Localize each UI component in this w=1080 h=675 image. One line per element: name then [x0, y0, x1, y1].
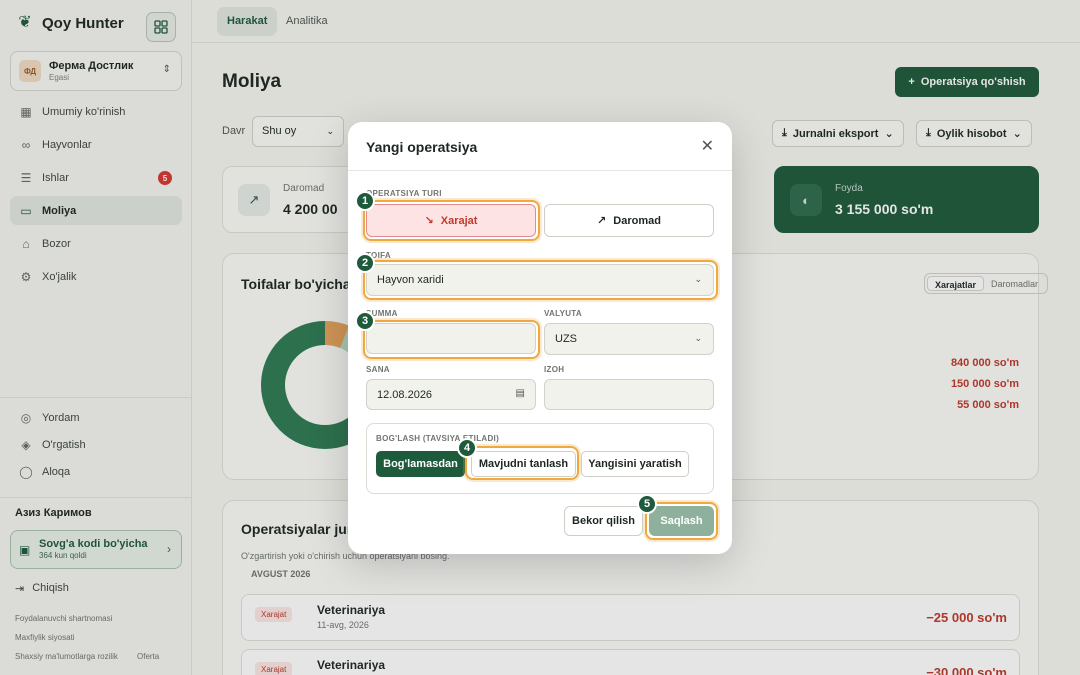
step-4-highlight	[465, 446, 579, 480]
step-3-highlight	[363, 320, 540, 359]
step-2-highlight	[363, 260, 718, 300]
step-4-marker: 4	[457, 438, 477, 458]
step-1-highlight	[363, 200, 540, 241]
chevron-down-icon: ⌄	[694, 333, 702, 343]
modal-divider	[348, 170, 732, 171]
no-link-button[interactable]: Bog'lamasdan	[376, 451, 465, 477]
trend-up-icon: ↗	[597, 215, 607, 227]
note-input[interactable]	[544, 379, 714, 410]
income-type-button[interactable]: ↗ Daromad	[544, 204, 714, 237]
step-1-marker: 1	[355, 191, 375, 211]
close-icon[interactable]: ✕	[701, 136, 714, 156]
date-input[interactable]: 12.08.2026 ▤	[366, 379, 536, 410]
currency-select[interactable]: UZS ⌄	[544, 323, 714, 355]
link-label: BOG'LASH (TAVSIYA ETILADI)	[376, 434, 500, 443]
cancel-button[interactable]: Bekor qilish	[564, 506, 643, 536]
step-3-marker: 3	[355, 311, 375, 331]
date-value: 12.08.2026	[377, 389, 433, 401]
step-5-marker: 5	[637, 494, 657, 514]
step-2-marker: 2	[355, 253, 375, 273]
create-new-button[interactable]: Yangisini yaratish	[581, 451, 689, 477]
income-type-label: Daromad	[613, 214, 661, 227]
date-label: SANA	[366, 365, 390, 374]
modal-title: Yangi operatsiya	[366, 139, 478, 155]
operation-type-label: OPERATSIYA TURI	[366, 189, 442, 198]
calendar-icon[interactable]: ▤	[516, 388, 525, 399]
currency-value: UZS	[555, 333, 577, 345]
note-label: IZOH	[544, 365, 565, 374]
currency-label: VALYUTA	[544, 309, 582, 318]
